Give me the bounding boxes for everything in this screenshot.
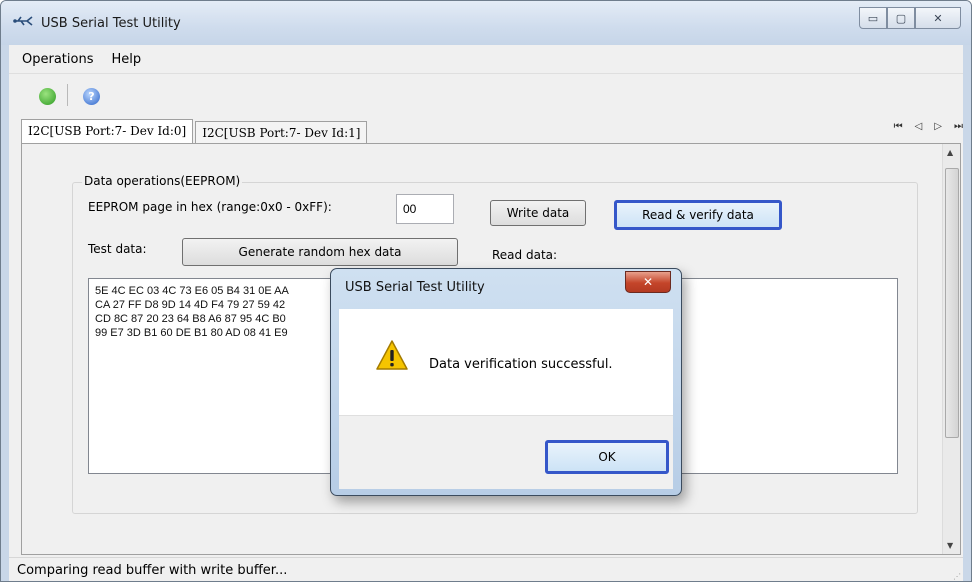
tab-bar: I2C[USB Port:7- Dev Id:0] I2C[USB Port:7…	[21, 119, 369, 143]
dialog-title: USB Serial Test Utility	[345, 280, 485, 295]
toolbar: ?	[9, 73, 963, 115]
first-tab-icon[interactable]: ⏮	[894, 121, 903, 132]
tab-navigation: ⏮ ◁ ▷ ⏭	[894, 121, 963, 132]
test-data-label: Test data:	[88, 242, 147, 256]
vertical-scrollbar[interactable]: ▲ ▼	[942, 144, 960, 554]
dialog-body: Data verification successful.	[339, 309, 673, 415]
prev-tab-icon[interactable]: ◁	[915, 121, 923, 132]
maximize-icon: ▢	[895, 11, 907, 25]
close-button[interactable]: ✕	[915, 7, 961, 29]
minimize-button[interactable]: ▭	[859, 7, 887, 29]
tab-dev-id-0[interactable]: I2C[USB Port:7- Dev Id:0]	[21, 119, 194, 143]
toolbar-separator	[67, 84, 68, 106]
dialog-close-button[interactable]: ✕	[625, 271, 671, 293]
next-tab-icon[interactable]: ▷	[934, 121, 942, 132]
help-icon[interactable]: ?	[83, 88, 100, 105]
refresh-icon[interactable]	[39, 88, 56, 105]
warning-icon	[376, 340, 408, 370]
maximize-button[interactable]: ▢	[887, 7, 915, 29]
tab-dev-id-1[interactable]: I2C[USB Port:7- Dev Id:1]	[195, 121, 368, 143]
menu-operations[interactable]: Operations	[13, 52, 102, 67]
scroll-down-icon[interactable]: ▼	[947, 541, 953, 550]
minimize-icon: ▭	[867, 11, 879, 25]
eeprom-group-label: Data operations(EEPROM)	[82, 174, 243, 188]
title-bar: USB Serial Test Utility ▭ ▢ ✕	[1, 1, 971, 45]
menu-help[interactable]: Help	[102, 52, 150, 67]
write-data-button[interactable]: Write data	[490, 200, 586, 226]
read-data-label: Read data:	[492, 248, 558, 262]
window-title: USB Serial Test Utility	[41, 16, 181, 31]
eeprom-page-input[interactable]	[396, 194, 454, 224]
menu-bar: Operations Help	[9, 45, 963, 73]
last-tab-icon[interactable]: ⏭	[954, 121, 963, 132]
close-icon: ✕	[642, 275, 654, 289]
close-icon: ✕	[933, 11, 943, 25]
status-bar: Comparing read buffer with write buffer.…	[9, 557, 963, 581]
scroll-thumb[interactable]	[945, 168, 959, 438]
usb-app-icon	[13, 16, 33, 26]
resize-grip-icon[interactable]: ⋰	[953, 572, 961, 581]
read-verify-button[interactable]: Read & verify data	[614, 200, 782, 230]
dialog-message: Data verification successful.	[429, 357, 613, 372]
message-dialog: USB Serial Test Utility ✕ Data verificat…	[330, 268, 682, 496]
ok-button[interactable]: OK	[545, 440, 669, 474]
generate-random-button[interactable]: Generate random hex data	[182, 238, 458, 266]
dialog-footer: OK	[339, 415, 673, 489]
status-text: Comparing read buffer with write buffer.…	[17, 563, 288, 578]
scroll-up-icon[interactable]: ▲	[947, 148, 953, 157]
eeprom-page-label: EEPROM page in hex (range:0x0 - 0xFF):	[88, 200, 332, 214]
